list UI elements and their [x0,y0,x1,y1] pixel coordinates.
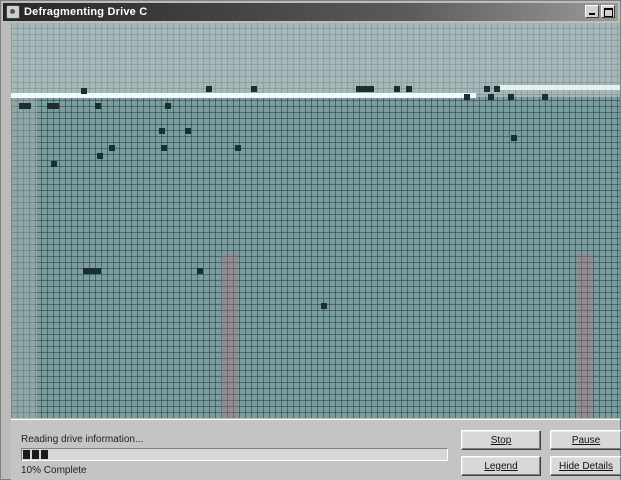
status-message: Reading drive information... [21,434,144,445]
defrag-app-icon[interactable] [6,5,20,19]
fragmented-cluster [25,103,31,109]
fragmented-cluster [95,103,101,109]
map-shading-left [11,97,37,418]
fragmented-cluster [542,94,548,100]
watermark-shape [221,253,593,418]
fragmented-cluster [488,94,494,100]
fragmented-cluster [508,94,514,100]
fragmented-cluster [484,86,490,92]
fragmented-cluster [464,94,470,100]
fragmented-cluster [394,86,400,92]
fragmented-cluster [53,103,59,109]
fragmented-cluster [51,161,57,167]
fragmented-cluster [95,268,101,274]
stop-button[interactable]: Stop [461,430,541,450]
fragmented-cluster [159,128,165,134]
hide-details-button[interactable]: Hide Details [550,456,621,476]
window-title: Defragmenting Drive C [24,6,148,18]
window-controls [585,5,615,18]
fragmented-cluster [165,103,171,109]
fragmented-cluster [206,86,212,92]
fragmented-cluster [321,303,327,309]
minimize-icon[interactable] [585,5,599,18]
fragmented-cluster [109,145,115,151]
fragmented-cluster [235,145,241,151]
fragmented-cluster [511,135,517,141]
progress-bar [21,448,448,461]
fragmented-cluster [494,86,500,92]
drive-map [11,23,620,418]
percent-complete: 10% Complete [21,465,87,476]
free-space-strip [499,85,620,90]
fragmented-cluster [161,145,167,151]
fragmented-cluster [185,128,191,134]
legend-button[interactable]: Legend [461,456,541,476]
maximize-icon[interactable] [601,5,615,18]
fragmented-cluster [368,86,374,92]
fragmented-cluster [81,88,87,94]
fragmented-cluster [97,153,103,159]
fragmented-cluster [251,86,257,92]
defrag-window: Defragmenting Drive C Reading drive info… [0,0,621,480]
progress-fill [23,450,50,459]
fragmented-cluster [197,268,203,274]
status-panel: Reading drive information... 10% Complet… [11,419,621,480]
pause-button[interactable]: Pause [550,430,621,450]
fragmented-cluster [406,86,412,92]
title-bar[interactable]: Defragmenting Drive C [3,3,618,21]
